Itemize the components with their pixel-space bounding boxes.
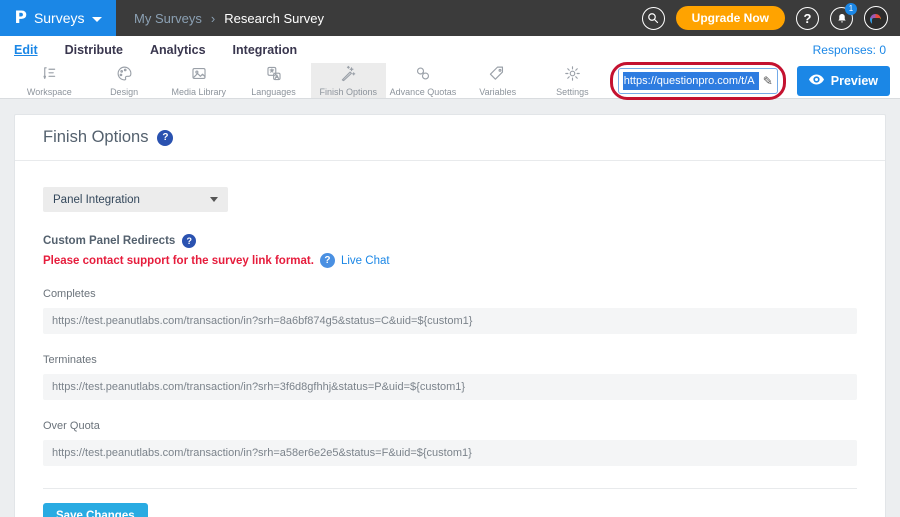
panel-integration-select[interactable]: Panel Integration — [43, 187, 228, 212]
breadcrumb-separator: › — [211, 11, 215, 26]
preview-button[interactable]: Preview — [797, 66, 890, 96]
variables-icon — [488, 65, 507, 85]
tab-distribute[interactable]: Distribute — [65, 43, 123, 57]
breadcrumb-my-surveys[interactable]: My Surveys — [134, 11, 202, 26]
breadcrumb: My Surveys › Research Survey — [116, 0, 324, 36]
over-quota-label: Over Quota — [43, 420, 857, 432]
toolbar-item-design[interactable]: Design — [87, 63, 162, 98]
completes-label: Completes — [43, 288, 857, 300]
media-library-icon — [189, 65, 209, 85]
support-warning-text: Please contact support for the survey li… — [43, 255, 314, 267]
completes-url-field[interactable]: https://test.peanutlabs.com/transaction/… — [43, 308, 857, 334]
toolbar-item-settings[interactable]: Settings — [535, 63, 610, 98]
toolbar-item-advance-quotas[interactable]: Advance Quotas — [386, 63, 461, 98]
header-actions: Upgrade Now ? 1 — [642, 0, 900, 36]
section-title: Custom Panel Redirects — [43, 235, 175, 247]
toolbar-item-languages[interactable]: Languages — [236, 63, 311, 98]
toolbar-item-finish-options[interactable]: Finish Options — [311, 63, 386, 98]
redirects-help-icon[interactable]: ? — [182, 234, 196, 248]
support-warning-row: Please contact support for the survey li… — [43, 253, 857, 268]
search-button[interactable] — [642, 7, 665, 30]
chevron-down-icon — [210, 197, 218, 202]
upgrade-now-button[interactable]: Upgrade Now — [676, 6, 785, 30]
tab-edit[interactable]: Edit — [14, 43, 38, 57]
edit-link-pencil-icon[interactable]: ✎ — [763, 74, 773, 88]
languages-icon — [264, 65, 284, 85]
finish-options-help-icon[interactable]: ? — [157, 130, 173, 146]
tab-analytics[interactable]: Analytics — [150, 43, 206, 57]
toolbar-item-media-library[interactable]: Media Library — [161, 63, 236, 98]
advance-quotas-icon — [413, 65, 433, 85]
terminates-label: Terminates — [43, 354, 857, 366]
workspace-icon — [39, 65, 59, 85]
finish-options-icon — [338, 65, 358, 85]
questionpro-logo-icon: P — [14, 8, 26, 28]
notification-count-badge: 1 — [845, 3, 857, 15]
over-quota-url-field[interactable]: https://test.peanutlabs.com/transaction/… — [43, 440, 857, 466]
survey-link-input[interactable]: https://questionpro.com/t/A ✎ — [618, 68, 778, 94]
card-body: Panel Integration Custom Panel Redirects… — [15, 161, 885, 517]
preview-label: Preview — [831, 74, 878, 88]
toolbar-item-workspace[interactable]: Workspace — [12, 63, 87, 98]
top-header: P Surveys My Surveys › Research Survey U… — [0, 0, 900, 36]
survey-link-selected-text: https://questionpro.com/t/A — [623, 72, 759, 90]
panel-select-value: Panel Integration — [53, 194, 140, 206]
live-chat-icon[interactable]: ? — [320, 253, 335, 268]
finish-options-card: Finish Options ? Panel Integration Custo… — [14, 114, 886, 517]
breadcrumb-current-survey: Research Survey — [224, 11, 324, 26]
save-changes-button[interactable]: Save Changes — [43, 503, 148, 517]
question-mark-icon: ? — [804, 11, 812, 26]
terminates-url-field[interactable]: https://test.peanutlabs.com/transaction/… — [43, 374, 857, 400]
toolbar-item-variables[interactable]: Variables — [460, 63, 535, 98]
live-chat-link[interactable]: Live Chat — [341, 255, 390, 267]
chevron-down-icon — [92, 17, 102, 22]
questionpro-brand-menu[interactable]: P Surveys — [0, 0, 116, 36]
search-icon — [647, 12, 659, 24]
toolbar-right-group: https://questionpro.com/t/A ✎ Preview — [610, 63, 900, 98]
footer-divider — [43, 488, 857, 489]
notifications-button[interactable]: 1 — [830, 7, 853, 30]
design-icon — [115, 65, 134, 85]
red-highlight-annotation: https://questionpro.com/t/A ✎ — [610, 62, 786, 100]
custom-panel-redirects-header: Custom Panel Redirects ? — [43, 234, 857, 248]
user-avatar[interactable] — [864, 6, 888, 30]
page-title: Finish Options — [43, 128, 148, 147]
card-header: Finish Options ? — [15, 115, 885, 161]
help-button[interactable]: ? — [796, 7, 819, 30]
edit-toolbar: Workspace Design Media Library Languages… — [0, 63, 900, 99]
product-name: Surveys — [34, 10, 85, 26]
bell-icon — [836, 12, 848, 25]
tab-integration[interactable]: Integration — [233, 43, 298, 57]
responses-count[interactable]: Responses: 0 — [813, 43, 886, 57]
survey-nav-tabs: Edit Distribute Analytics Integration Re… — [0, 36, 900, 63]
eye-icon — [809, 74, 824, 88]
settings-icon — [563, 65, 582, 85]
